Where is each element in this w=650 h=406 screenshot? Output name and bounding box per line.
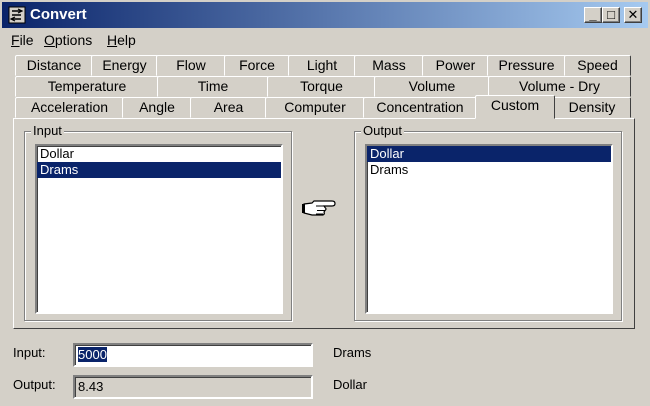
output-value-text: 8.43 [78, 379, 104, 394]
window-title: Convert [30, 6, 87, 23]
menu-file[interactable]: File [11, 32, 34, 48]
minimize-button[interactable]: _ [584, 7, 602, 23]
input-value-field[interactable]: 5000 [73, 343, 313, 367]
input-listbox[interactable]: Dollar Drams [35, 144, 283, 314]
maximize-button[interactable]: □ [602, 7, 620, 23]
tab-custom[interactable]: Custom [475, 95, 555, 119]
tab-volume[interactable]: Volume [374, 76, 490, 97]
output-listbox[interactable]: Dollar Drams [365, 144, 613, 314]
tab-computer[interactable]: Computer [265, 97, 365, 118]
list-item[interactable]: Dollar [367, 146, 611, 162]
app-icon [8, 6, 26, 24]
tab-temperature[interactable]: Temperature [15, 76, 159, 97]
input-group: Input Dollar Drams [24, 124, 292, 321]
output-group: Output Dollar Drams [354, 124, 622, 321]
tab-volume-dry[interactable]: Volume - Dry [488, 76, 631, 97]
input-group-label: Input [31, 123, 64, 138]
tab-concentration[interactable]: Concentration [363, 97, 477, 118]
input-field-label: Input: [13, 345, 46, 360]
tab-time[interactable]: Time [157, 76, 269, 97]
list-item[interactable]: Drams [367, 162, 611, 178]
menu-help[interactable]: Help [107, 32, 136, 48]
close-button[interactable]: ✕ [624, 7, 642, 23]
tab-area[interactable]: Area [190, 97, 267, 118]
list-item[interactable]: Drams [37, 162, 281, 178]
tab-light[interactable]: Light [288, 55, 356, 76]
output-group-label: Output [361, 123, 405, 138]
input-value-text: 5000 [78, 347, 107, 362]
tab-power[interactable]: Power [422, 55, 489, 76]
input-unit-label: Drams [333, 345, 372, 360]
tab-flow[interactable]: Flow [156, 55, 226, 76]
tab-energy[interactable]: Energy [91, 55, 158, 76]
tab-force[interactable]: Force [224, 55, 290, 76]
tab-panel: Input Dollar Drams Output Dollar Drams [13, 118, 635, 329]
title-bar[interactable]: Convert _ □ ✕ [2, 2, 648, 28]
tab-speed[interactable]: Speed [564, 55, 631, 76]
output-value-field: 8.43 [73, 375, 313, 399]
list-item[interactable]: Dollar [37, 146, 281, 162]
menu-bar: File Options Help [2, 29, 648, 51]
tab-angle[interactable]: Angle [122, 97, 192, 118]
tab-mass[interactable]: Mass [354, 55, 424, 76]
tab-pressure[interactable]: Pressure [487, 55, 566, 76]
output-unit-label: Dollar [333, 377, 367, 392]
pointing-hand-icon [302, 200, 336, 216]
tab-distance[interactable]: Distance [15, 55, 93, 76]
menu-options[interactable]: Options [44, 32, 92, 48]
tab-density[interactable]: Density [553, 97, 631, 118]
tab-torque[interactable]: Torque [267, 76, 376, 97]
output-field-label: Output: [13, 377, 56, 392]
tab-acceleration[interactable]: Acceleration [15, 97, 124, 118]
